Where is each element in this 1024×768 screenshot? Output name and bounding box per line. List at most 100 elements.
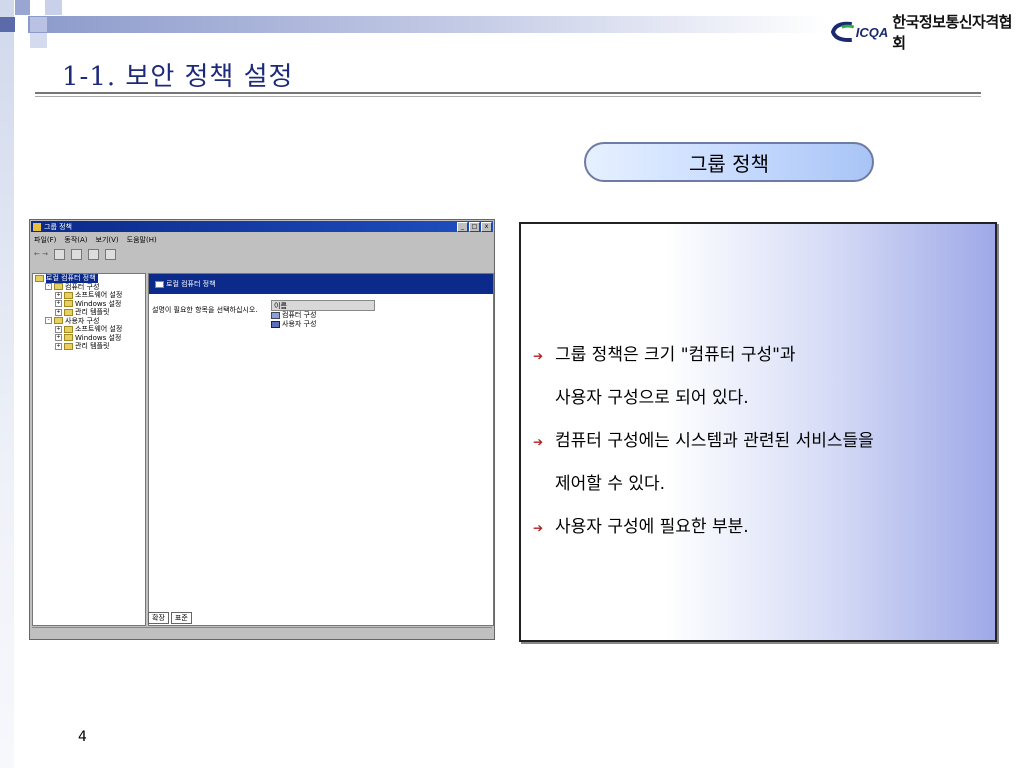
page-number: 4 (78, 729, 87, 745)
tree-item[interactable]: + Windows 설정 (33, 334, 145, 343)
folder-icon (35, 274, 44, 282)
window-title: 그룹 정책 (44, 222, 72, 231)
decor-square (0, 17, 15, 32)
section-pill: 그룹 정책 (584, 142, 874, 182)
note-text: 컴퓨터 구성에는 시스템과 관련된 서비스들을 (555, 431, 874, 451)
expand-toggle-icon[interactable]: + (55, 300, 62, 308)
close-button[interactable]: x (481, 222, 492, 232)
decor-square (30, 33, 47, 48)
export-icon[interactable] (87, 248, 99, 260)
tree-item-label: 관리 템플릿 (75, 342, 110, 350)
tree-item-label: 사용자 구성 (65, 316, 100, 325)
note-line: 사용자 구성으로 되어 있다. (533, 377, 987, 420)
note-line: ➔ 그룹 정책은 크기 "컴퓨터 구성"과 (533, 334, 987, 377)
tree-item[interactable]: + 관리 템플릿 (33, 308, 145, 317)
user-icon (271, 321, 280, 328)
list-item-label: 사용자 구성 (282, 320, 317, 328)
menu-help[interactable]: 도움말(H) (127, 235, 157, 245)
expand-toggle-icon[interactable]: - (45, 317, 52, 325)
logo-mark: ICQA (855, 24, 889, 40)
details-header-title: 로컬 컴퓨터 정책 (166, 280, 216, 288)
policy-icon (155, 280, 164, 288)
note-text: 사용자 구성에 필요한 부분. (555, 517, 749, 537)
tree-item[interactable]: - 사용자 구성 (33, 317, 145, 326)
tree-item[interactable]: + 소프트웨어 설정 (33, 291, 145, 300)
arrow-bullet-icon: ➔ (533, 348, 544, 363)
help-icon[interactable] (104, 248, 116, 260)
minimize-button[interactable]: _ (457, 222, 468, 232)
policy-icon (33, 222, 41, 231)
notes-list: ➔ 그룹 정책은 크기 "컴퓨터 구성"과사용자 구성으로 되어 있다. ➔ 컴퓨터 … (533, 334, 987, 549)
window-titlebar: 그룹 정책 _ □ x (31, 221, 493, 232)
folder-icon (64, 291, 73, 299)
list-item-label: 컴퓨터 구성 (282, 311, 317, 319)
decor-square (45, 0, 62, 15)
status-bar (32, 627, 492, 638)
column-header-name[interactable]: 이름 (271, 300, 375, 311)
tree-item-label: 소프트웨어 설정 (75, 291, 123, 299)
expand-toggle-icon[interactable]: + (55, 342, 62, 350)
maximize-button[interactable]: □ (469, 222, 480, 232)
tab-extended[interactable]: 확장 (148, 611, 169, 624)
expand-toggle-icon[interactable]: - (45, 283, 52, 291)
decor-square (15, 0, 30, 15)
expand-toggle-icon[interactable]: + (55, 291, 62, 299)
menu-action[interactable]: 동작(A) (64, 235, 87, 245)
slide-top-band (28, 16, 828, 33)
note-line: ➔ 사용자 구성에 필요한 부분. (533, 506, 987, 549)
note-line: ➔ 컴퓨터 구성에는 시스템과 관련된 서비스들을 (533, 420, 987, 463)
title-divider (35, 92, 981, 94)
expand-toggle-icon[interactable]: + (55, 325, 62, 333)
group-policy-window: 그룹 정책 _ □ x 파일(F) 동작(A) 보기(V) 도움말(H) ← →… (29, 219, 495, 640)
tree-item[interactable]: + 관리 템플릿 (33, 342, 145, 351)
tree-item[interactable]: - 컴퓨터 구성 (33, 283, 145, 292)
arrow-bullet-icon: ➔ (533, 434, 544, 449)
title-divider (35, 96, 981, 97)
folder-icon (64, 300, 73, 308)
tree-item-label: 로컬 컴퓨터 정책 (46, 274, 98, 283)
logo-swoosh-icon (830, 21, 855, 42)
list-item[interactable]: 컴퓨터 구성 (271, 311, 493, 320)
folder-icon (64, 342, 73, 350)
tree-item-label: 컴퓨터 구성 (65, 282, 100, 291)
note-text: 제어할 수 있다. (555, 474, 666, 494)
computer-icon (271, 312, 280, 319)
note-text: 그룹 정책은 크기 "컴퓨터 구성"과 (555, 345, 796, 365)
tree-item[interactable]: 로컬 컴퓨터 정책 (33, 274, 145, 283)
tree-item[interactable]: + 소프트웨어 설정 (33, 325, 145, 334)
folder-icon (64, 308, 73, 316)
tree-item[interactable]: + Windows 설정 (33, 300, 145, 309)
console-tree-icon[interactable] (53, 248, 65, 260)
toolbar: ← → (32, 248, 116, 260)
folder-icon (54, 283, 63, 291)
menu-view[interactable]: 보기(V) (96, 235, 119, 245)
expand-toggle-icon[interactable]: + (55, 334, 62, 342)
details-header: 로컬 컴퓨터 정책 (149, 274, 493, 294)
view-tabs: 확장 표준 (148, 611, 192, 624)
folder-icon (64, 334, 73, 342)
folder-icon (54, 317, 63, 325)
note-text: 사용자 구성으로 되어 있다. (555, 388, 749, 408)
window-controls: _ □ x (456, 222, 492, 232)
tree-item-label: 소프트웨어 설정 (75, 325, 123, 333)
menu-bar: 파일(F) 동작(A) 보기(V) 도움말(H) (32, 234, 157, 246)
tree-item-label: 관리 템플릿 (75, 308, 110, 316)
back-forward-icon[interactable]: ← → (34, 250, 48, 258)
decor-square (30, 17, 47, 32)
icqa-logo: ICQA 한국정보통신자격협회 (830, 13, 1024, 52)
menu-file[interactable]: 파일(F) (34, 235, 56, 245)
folder-icon (64, 325, 73, 333)
note-line: 제어할 수 있다. (533, 463, 987, 506)
details-list: 이름 컴퓨터 구성 사용자 구성 (271, 300, 493, 329)
arrow-bullet-icon: ➔ (533, 520, 544, 535)
details-pane: 로컬 컴퓨터 정책 설명이 필요한 항목을 선택하십시오. 이름 컴퓨터 구성 … (148, 273, 494, 626)
list-item[interactable]: 사용자 구성 (271, 320, 493, 329)
tree-item-label: Windows 설정 (75, 333, 122, 342)
slide-title: 1-1. 보안 정책 설정 (62, 62, 294, 92)
tab-standard[interactable]: 표준 (170, 611, 192, 624)
properties-icon[interactable] (70, 248, 82, 260)
notes-box: ➔ 그룹 정책은 크기 "컴퓨터 구성"과사용자 구성으로 되어 있다. ➔ 컴퓨터 … (519, 222, 997, 642)
expand-toggle-icon[interactable]: + (55, 308, 62, 316)
logo-text: 한국정보통신자격협회 (892, 13, 1012, 52)
slide-left-bar (0, 0, 14, 768)
